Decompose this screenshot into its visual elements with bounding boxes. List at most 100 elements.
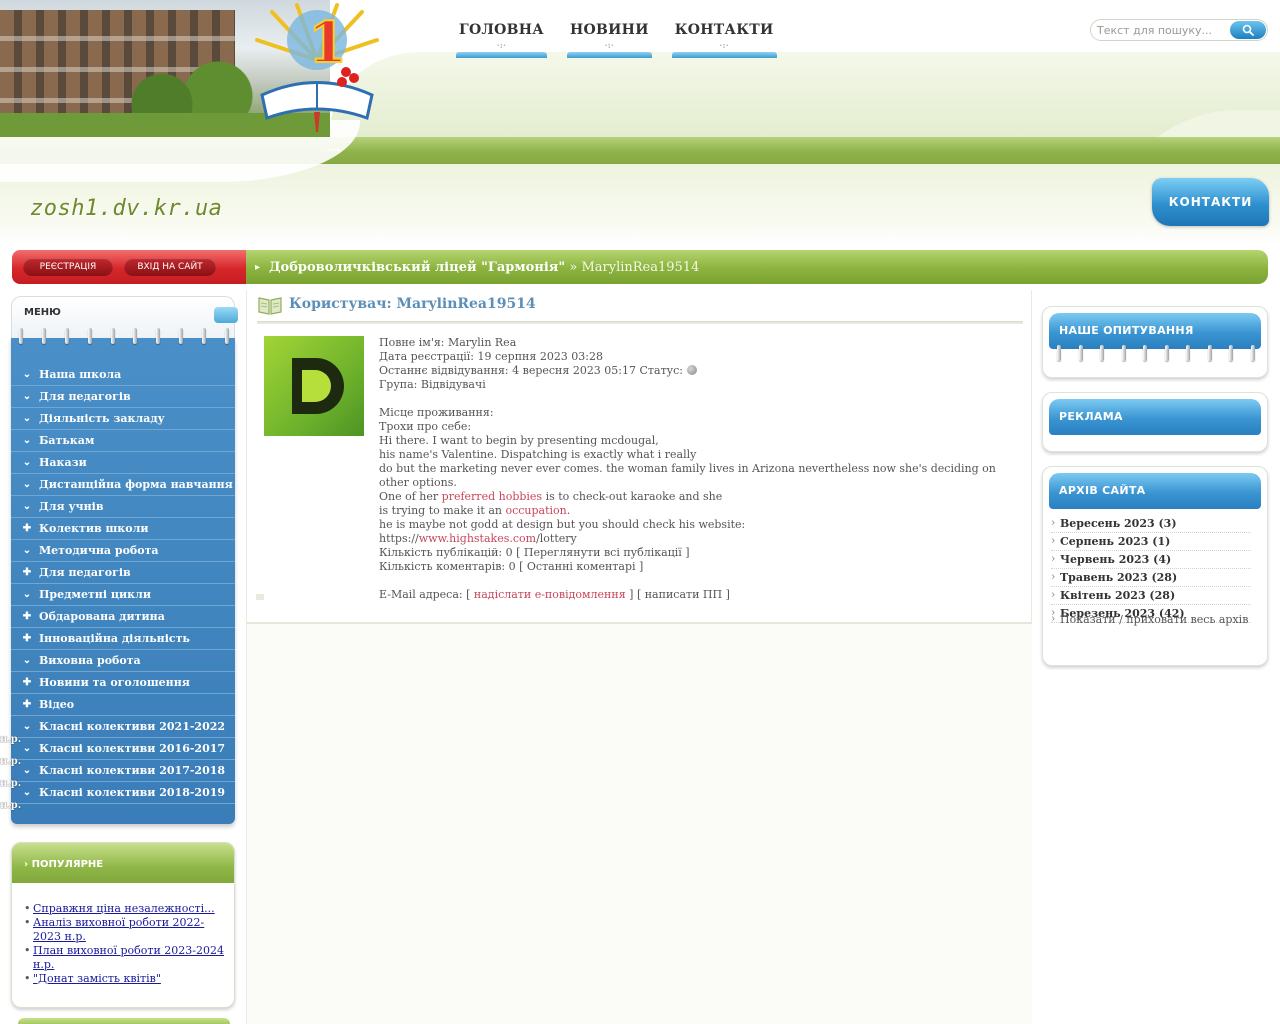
school-emblem-logo: 1 (255, 3, 379, 132)
nav-contacts-label: КОНТАКТИ (674, 22, 774, 38)
menu-item[interactable]: ⌄ Дистанційна форма навчання (11, 474, 235, 496)
profile-about-line: do but the marketing never ever comes. t… (379, 462, 996, 489)
main-menu: МЕНЮ ⌄ Наша школа ⌄ Для педагогів ⌄ Діяльніст… (0, 296, 238, 830)
profile-comments[interactable]: Кількість коментарів: 0 [ Останні комент… (379, 560, 1019, 574)
search-input[interactable] (1097, 22, 1227, 38)
profile-about-line: he is maybe not godd at design but you s… (379, 518, 746, 531)
archive-item[interactable]: Серпень 2023 (1) (1051, 532, 1251, 551)
menu-title: МЕНЮ (24, 307, 61, 318)
menu-list: ⌄ Наша школа ⌄ Для педагогів ⌄ Діяльність зак… (0, 338, 235, 824)
menu-item-label: Для учнів (39, 500, 104, 513)
chevron-down-icon: ⌄ (22, 369, 32, 380)
svg-text:1: 1 (308, 10, 347, 76)
poll-box: НАШЕ ОПИТУВАННЯ (1042, 306, 1268, 378)
menu-item-label: Обдарована дитина (39, 610, 165, 623)
list-item: "Донат замість квітів" (24, 972, 226, 986)
register-button[interactable]: РЕЄСТРАЦІЯ (23, 258, 113, 276)
menu-item[interactable]: ⌄ Накази (11, 452, 235, 474)
list-item: Справжня ціна незалежності... (24, 902, 226, 916)
preferred-hobbies-link[interactable]: preferred hobbies (442, 490, 542, 503)
website-link[interactable]: www.highstakes.com (419, 532, 536, 545)
menu-item-label: Виховна робота (39, 654, 141, 667)
header-green-background (330, 52, 1280, 137)
menu-item-label: Діяльність закладу (39, 412, 165, 425)
archive-item[interactable]: Червень 2023 (4) (1051, 550, 1251, 569)
list-item: План виховної роботи 2023-2024 н.р. (24, 944, 226, 972)
profile-residence: Місце проживання: (379, 406, 494, 419)
plus-icon: ✚ (22, 677, 32, 688)
chevron-down-icon: ⌄ (22, 743, 32, 754)
menu-item[interactable]: ⌄ Наша школа (11, 364, 235, 386)
chevron-down-icon: ⌄ (22, 545, 32, 556)
menu-item[interactable]: ✚ Новини та оголошення (11, 672, 235, 694)
menu-item[interactable]: ⌄ Класні колективи 2017-2018 н.р. (0, 760, 235, 789)
popular-title: ПОПУЛЯРНЕ (31, 859, 104, 870)
popular-link[interactable]: Аналіз виховної роботи 2022-2023 н.р. (33, 916, 204, 943)
menu-item[interactable]: ⌄ Методична робота (11, 540, 235, 562)
popular-link[interactable]: План виховної роботи 2023-2024 н.р. (33, 944, 224, 971)
menu-item[interactable]: ✚ Обдарована дитина (11, 606, 235, 628)
occupation-link[interactable]: occupation (505, 504, 566, 517)
profile-info: Повне ім'я: Marylin Rea Дата реєстрації:… (379, 336, 1019, 602)
breadcrumb-separator: » (569, 260, 578, 275)
menu-item[interactable]: ✚ Відео (11, 694, 235, 716)
profile-about-line: his name's Valentine. Dispatching is exa… (379, 448, 697, 461)
send-email-link[interactable]: надіслати e-повідомлення (474, 588, 626, 601)
chevron-down-icon: ⌄ (22, 655, 32, 666)
content-bottom-area (247, 622, 1033, 1024)
menu-item[interactable]: ⌄ Для педагогів (11, 386, 235, 408)
poll-binder-rings (1057, 345, 1255, 363)
corner-mark (256, 594, 264, 600)
avatar (264, 336, 364, 436)
menu-item-label: Класні колективи 2018-2019 (39, 786, 226, 799)
search-button[interactable] (1230, 21, 1266, 39)
menu-item[interactable]: ⌄ Класні колективи 2021-2022 н.р. (0, 716, 235, 745)
menu-item[interactable]: ⌄ Діяльність закладу (11, 408, 235, 430)
popular-link[interactable]: Справжня ціна незалежності... (33, 902, 215, 915)
menu-item[interactable]: ✚ Для педагогів (11, 562, 235, 584)
profile-publications[interactable]: Кількість публікацій: 0 [ Переглянути вс… (379, 546, 1019, 560)
popular-link[interactable]: "Донат замість квітів" (33, 972, 161, 985)
menu-item[interactable]: ⌄ Класні колективи 2018-2019 н.р. (0, 782, 235, 811)
archive-item[interactable]: Травень 2023 (28) (1051, 568, 1251, 587)
search-box (1090, 19, 1268, 41)
chevron-down-icon: ⌄ (22, 501, 32, 512)
archive-item[interactable]: Вересень 2023 (3) (1051, 514, 1251, 533)
menu-item[interactable]: ⌄ Батькам (11, 430, 235, 452)
menu-item[interactable]: ✚ Інноваційна діяльність (11, 628, 235, 650)
menu-item[interactable]: ✚ Колектив школи (11, 518, 235, 540)
write-pm-link[interactable]: ] [ написати ПП ] (626, 588, 730, 601)
nav-news[interactable]: НОВИНИ ·:· (566, 20, 653, 60)
archive-toggle-link[interactable]: Показати / приховати весь архів (1051, 612, 1248, 626)
archive-item[interactable]: Квітень 2023 (28) (1051, 586, 1251, 605)
avatar-logo-icon (292, 358, 344, 414)
popular-header: › ПОПУЛЯРНЕ (12, 843, 234, 883)
plus-icon: ✚ (22, 633, 32, 644)
chevron-down-icon: ⌄ (22, 413, 32, 424)
menu-tab-decoration (214, 307, 238, 323)
profile-registered: Дата реєстрації: 19 серпня 2023 03:28 (379, 350, 604, 363)
breadcrumb-home-link[interactable]: Доброволичківський ліцей "Гармонія" (269, 260, 565, 275)
contacts-big-button[interactable]: КОНТАКТИ (1152, 178, 1269, 226)
menu-item[interactable]: ⌄ Виховна робота (11, 650, 235, 672)
profile-about-label: Трохи про себе: (379, 420, 472, 433)
profile-full-name: Повне ім'я: Marylin Rea (379, 336, 517, 349)
menu-item-suffix: н.р. (0, 800, 22, 811)
profile-about-line: Hi there. I want to begin by presenting … (379, 434, 659, 447)
menu-item-label: Інноваційна діяльність (39, 632, 190, 645)
login-button[interactable]: ВХІД НА САЙТ (124, 258, 216, 276)
page-title: Користувач: MarylinRea19514 (289, 296, 536, 312)
profile-group: Група: Відвідувачі (379, 378, 486, 391)
plus-icon: ✚ (22, 523, 32, 534)
nav-contacts[interactable]: КОНТАКТИ ·:· (671, 20, 778, 60)
menu-item[interactable]: ⌄ Класні колективи 2016-2017 н.р. (0, 738, 235, 767)
chevron-down-icon: ⌄ (22, 721, 32, 732)
menu-item[interactable]: ⌄ Для учнів (11, 496, 235, 518)
nav-home[interactable]: ГОЛОВНА ·:· (455, 20, 548, 60)
ad-box: РЕКЛАМА (1042, 392, 1268, 452)
menu-item[interactable]: ⌄ Предметні цикли (11, 584, 235, 606)
plus-icon: ✚ (22, 567, 32, 578)
chevron-down-icon: ⌄ (22, 765, 32, 776)
right-sidebar: НАШЕ ОПИТУВАННЯ РЕКЛАМА АРХІВ САЙТА Вере… (1032, 290, 1280, 1024)
list-item: Аналіз виховної роботи 2022-2023 н.р. (24, 916, 226, 944)
